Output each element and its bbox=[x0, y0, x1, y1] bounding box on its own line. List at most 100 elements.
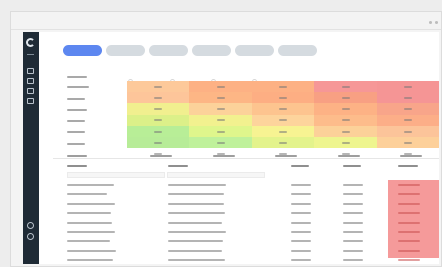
heatmap-cell[interactable] bbox=[314, 81, 378, 93]
heatmap-cell[interactable] bbox=[189, 92, 253, 104]
column-header[interactable] bbox=[168, 165, 188, 167]
heatmap-cell[interactable] bbox=[376, 92, 440, 104]
tab-4[interactable] bbox=[192, 45, 231, 56]
table-cell bbox=[67, 193, 107, 196]
heatmap-cell[interactable] bbox=[314, 103, 378, 116]
table-cell bbox=[343, 184, 363, 186]
heatmap-cell-value bbox=[216, 141, 225, 144]
column-header[interactable] bbox=[67, 165, 87, 167]
table-cell bbox=[291, 212, 311, 215]
table-cell-highlight bbox=[398, 259, 420, 262]
menu-icon[interactable] bbox=[27, 54, 34, 55]
heatmap-cell-value bbox=[341, 108, 350, 111]
heatmap-cell-value bbox=[154, 85, 163, 88]
heatmap-cell[interactable] bbox=[314, 114, 378, 127]
heatmap-cell-value bbox=[216, 108, 225, 111]
heatmap-cell[interactable] bbox=[127, 103, 190, 116]
heatmap-cell[interactable] bbox=[376, 114, 440, 127]
table-cell bbox=[291, 240, 311, 243]
heatmap-cell-value bbox=[216, 119, 225, 122]
table-cell bbox=[168, 240, 223, 243]
heatmap-cell[interactable] bbox=[127, 125, 190, 138]
heatmap-cell[interactable] bbox=[127, 81, 190, 93]
table-cell bbox=[168, 212, 225, 215]
column-header[interactable] bbox=[398, 165, 418, 167]
window-close-dot[interactable] bbox=[435, 21, 438, 24]
settings-icon[interactable] bbox=[27, 78, 34, 84]
report-icon[interactable] bbox=[27, 68, 34, 74]
heatmap-cell[interactable] bbox=[376, 81, 440, 93]
heatmap-cell[interactable] bbox=[376, 137, 440, 149]
heatmap-cell[interactable] bbox=[251, 114, 315, 127]
heatmap-cell[interactable] bbox=[251, 137, 315, 149]
filter-input[interactable] bbox=[167, 172, 265, 178]
heatmap-cell-value bbox=[279, 97, 288, 100]
app-logo-icon[interactable] bbox=[26, 38, 35, 47]
heatmap-cell-value bbox=[404, 119, 413, 122]
heatmap-cell[interactable] bbox=[189, 137, 253, 149]
tab-6[interactable] bbox=[278, 45, 317, 56]
heatmap-cell[interactable] bbox=[189, 81, 253, 93]
heatmap-cell-value bbox=[279, 141, 288, 144]
heatmap-cell[interactable] bbox=[251, 125, 315, 138]
table-cell bbox=[343, 221, 363, 224]
table-cell bbox=[168, 202, 224, 205]
heatmap-cell[interactable] bbox=[314, 92, 378, 104]
heatmap-cell[interactable] bbox=[189, 114, 253, 127]
tab-1[interactable] bbox=[63, 45, 102, 56]
window-minimize-dot[interactable] bbox=[429, 21, 432, 24]
heatmap-row-label bbox=[67, 120, 85, 122]
highlight-column bbox=[388, 180, 439, 258]
summary-value bbox=[338, 155, 360, 157]
table-cell bbox=[168, 193, 224, 196]
tab-5[interactable] bbox=[235, 45, 274, 56]
column-header[interactable] bbox=[291, 165, 309, 167]
filter-input[interactable] bbox=[67, 172, 165, 178]
heatmap-cell-value bbox=[279, 85, 288, 88]
heatmap-cell-value bbox=[216, 85, 225, 88]
table-cell bbox=[343, 212, 363, 215]
heatmap-cell-value bbox=[279, 130, 288, 133]
table-cell bbox=[168, 184, 226, 186]
window-titlebar bbox=[11, 12, 441, 30]
heatmap-cell[interactable] bbox=[251, 92, 315, 104]
heatmap-cell[interactable] bbox=[189, 125, 253, 138]
heatmap-cell[interactable] bbox=[314, 125, 378, 138]
table-cell bbox=[291, 193, 311, 196]
heatmap-cell[interactable] bbox=[127, 114, 190, 127]
heatmap-cell-value bbox=[404, 108, 413, 111]
help-icon[interactable] bbox=[27, 222, 34, 229]
heatmap-cell-value bbox=[341, 141, 350, 144]
table-cell bbox=[343, 240, 363, 243]
heatmap-cell-value bbox=[279, 108, 288, 111]
browser-window bbox=[10, 11, 442, 267]
table-cell bbox=[343, 231, 363, 233]
heatmap-row-label bbox=[67, 109, 87, 111]
document-icon[interactable] bbox=[27, 98, 34, 104]
table-cell-highlight bbox=[398, 231, 420, 233]
table-cell bbox=[168, 259, 225, 262]
table-cell bbox=[168, 231, 226, 233]
heatmap-cell[interactable] bbox=[251, 81, 315, 93]
table-cell bbox=[168, 221, 222, 224]
table-cell bbox=[168, 249, 222, 252]
tab-3[interactable] bbox=[149, 45, 188, 56]
heatmap-cell[interactable] bbox=[376, 103, 440, 116]
heatmap-cell-value bbox=[341, 97, 350, 100]
heatmap-cell[interactable] bbox=[376, 125, 440, 138]
column-header[interactable] bbox=[343, 165, 361, 167]
heatmap-cell[interactable] bbox=[127, 92, 190, 104]
table-cell bbox=[67, 202, 115, 205]
heatmap-cell[interactable] bbox=[127, 137, 190, 149]
heatmap-cell[interactable] bbox=[314, 137, 378, 149]
chat-icon[interactable] bbox=[27, 88, 34, 94]
heatmap-cell-value bbox=[404, 85, 413, 88]
heatmap-cell-value bbox=[404, 97, 413, 100]
heatmap-cell[interactable] bbox=[189, 103, 253, 116]
summary-value bbox=[150, 155, 172, 157]
summary-value bbox=[275, 155, 297, 157]
heatmap-cell[interactable] bbox=[251, 103, 315, 116]
user-icon[interactable] bbox=[27, 233, 34, 240]
table-cell bbox=[343, 259, 363, 262]
tab-2[interactable] bbox=[106, 45, 145, 56]
